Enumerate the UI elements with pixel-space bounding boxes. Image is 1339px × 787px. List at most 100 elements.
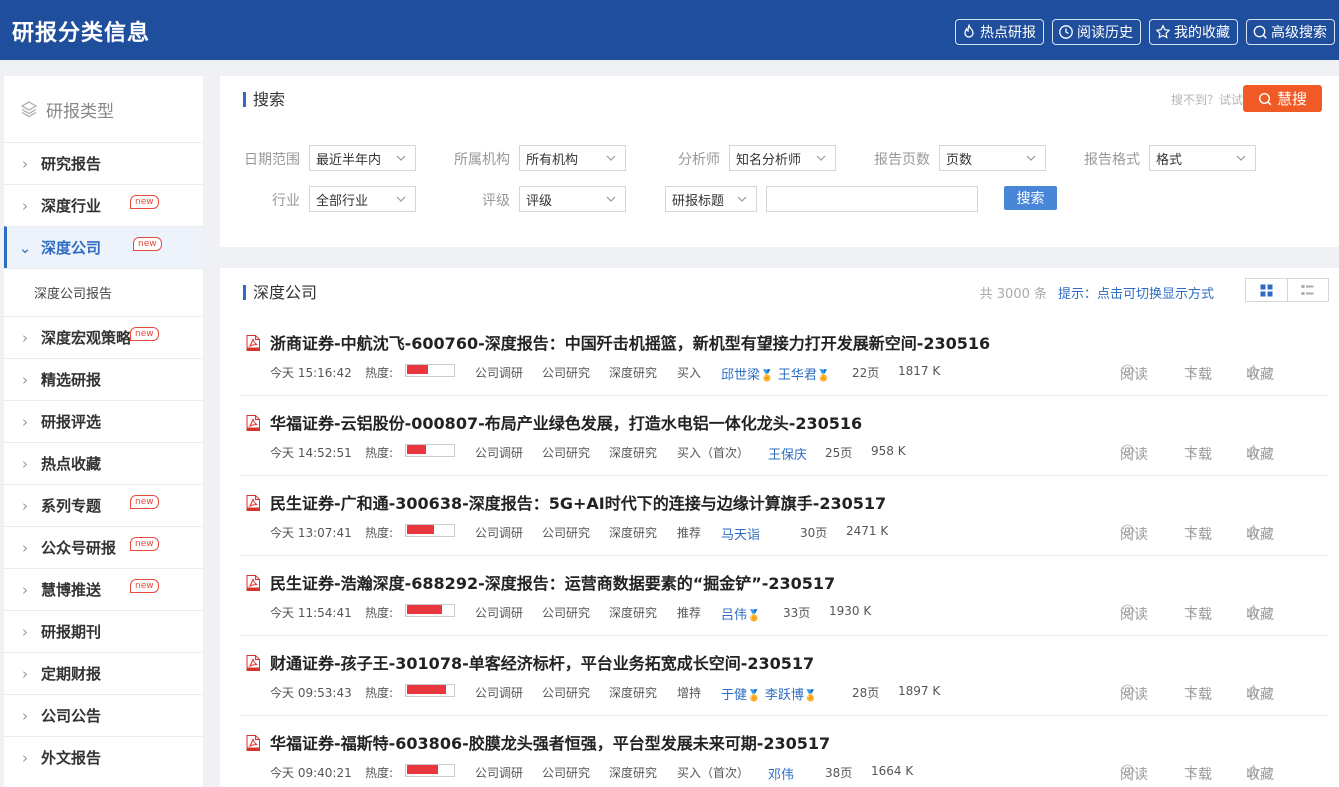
- chevron-right-icon: ›: [22, 370, 28, 389]
- sidebar-item-deep-macro-strategy[interactable]: › 深度宏观策略 new: [4, 316, 203, 358]
- search-title: 搜索: [243, 92, 285, 108]
- favorite-button[interactable]: 收藏: [1246, 364, 1274, 383]
- report-title-link[interactable]: 华福证券-福斯特-603806-胶膜龙头强者恒强，平台型发展未来可期-23051…: [270, 730, 830, 754]
- read-label: 阅读: [1120, 767, 1148, 783]
- heat-label: 热度:: [365, 526, 394, 540]
- sidebar-item-company-announcements[interactable]: › 公司公告: [4, 694, 203, 736]
- download-button[interactable]: 下载: [1184, 684, 1212, 703]
- report-tag: 公司研究: [542, 526, 591, 540]
- download-button[interactable]: 下载: [1184, 604, 1212, 623]
- report-meta: 今天 13:07:41 热度: 公司调研 公司研究 深度研究 推荐 马天诣 30页 2471 K…: [270, 524, 1329, 543]
- sidebar-item-label: 研报评选: [41, 413, 102, 431]
- pdf-icon: [246, 335, 260, 351]
- report-title-link[interactable]: 民生证券-广和通-300638-深度报告：5G+AI时代下的连接与边缘计算旗手-…: [270, 490, 886, 514]
- chevron-down-icon: [606, 196, 616, 202]
- sidebar-item-journals[interactable]: › 研报期刊: [4, 610, 203, 652]
- chevron-right-icon: ›: [22, 412, 28, 431]
- download-button[interactable]: 下载: [1184, 764, 1212, 783]
- chevron-down-icon: [737, 196, 747, 202]
- report-time: 今天 09:53:43: [270, 686, 352, 700]
- analyst-link[interactable]: 吕伟: [721, 608, 747, 623]
- favorite-button[interactable]: 收藏: [1246, 524, 1274, 543]
- sidebar-item-deep-industry[interactable]: › 深度行业 new: [4, 184, 203, 226]
- date-range-select[interactable]: 最近半年内: [309, 145, 416, 171]
- download-button[interactable]: 下载: [1184, 444, 1212, 463]
- medal-icon: 🏅: [747, 689, 761, 702]
- analyst-select[interactable]: 知名分析师: [729, 145, 836, 171]
- sidebar-item-wechat-reports[interactable]: › 公众号研报 new: [4, 526, 203, 568]
- analyst-link[interactable]: 李跃博: [765, 688, 804, 703]
- heat-bar-fill: [407, 445, 427, 454]
- report-meta: 今天 09:40:21 热度: 公司调研 公司研究 深度研究 买入（首次） 邓伟 38页 166…: [270, 764, 1329, 783]
- analyst-link[interactable]: 王华君: [778, 368, 817, 383]
- favorite-button[interactable]: 收藏: [1246, 604, 1274, 623]
- read-button[interactable]: 阅读: [1120, 684, 1148, 703]
- analyst-link[interactable]: 王保庆: [768, 448, 807, 463]
- hot-reports-button[interactable]: 热点研报: [955, 19, 1044, 45]
- read-button[interactable]: 阅读: [1120, 524, 1148, 543]
- report-title-link[interactable]: 浙商证券-中航沈飞-600760-深度报告：中国歼击机摇篮，新机型有望接力打开发…: [270, 330, 990, 354]
- report-title-link[interactable]: 华福证券-云铝股份-000807-布局产业绿色发展，打造水电铝一体化龙头-230…: [270, 410, 862, 434]
- analyst-link[interactable]: 于健: [721, 688, 747, 703]
- sidebar-item-periodic-financials[interactable]: › 定期财报: [4, 652, 203, 694]
- sidebar-item-series-topics[interactable]: › 系列专题 new: [4, 484, 203, 526]
- download-button[interactable]: 下载: [1184, 364, 1212, 383]
- heat-bar: [405, 364, 455, 377]
- favorite-button[interactable]: 收藏: [1246, 444, 1274, 463]
- report-title-link[interactable]: 民生证券-浩瀚深度-688292-深度报告：运营商数据要素的“掘金铲”-2305…: [270, 570, 835, 594]
- read-button[interactable]: 阅读: [1120, 444, 1148, 463]
- my-favorites-button[interactable]: 我的收藏: [1149, 19, 1238, 45]
- list-view-button[interactable]: [1288, 279, 1329, 301]
- chevron-down-icon: [606, 155, 616, 161]
- chevron-right-icon: ›: [22, 328, 28, 347]
- chevron-right-icon: ›: [22, 622, 28, 641]
- keyword-input[interactable]: [766, 186, 978, 212]
- org-select[interactable]: 所有机构: [519, 145, 626, 171]
- rating-value: 评级: [526, 193, 553, 209]
- toggle-view-tip[interactable]: 提示：点击可切换显示方式: [1058, 283, 1214, 302]
- industry-select[interactable]: 全部行业: [309, 186, 416, 212]
- favorite-button[interactable]: 收藏: [1246, 684, 1274, 703]
- advanced-search-button[interactable]: 高级搜索: [1246, 19, 1335, 45]
- sidebar-item-label: 公众号研报: [41, 539, 117, 557]
- analyst-link[interactable]: 邓伟: [768, 768, 794, 783]
- new-badge: new: [130, 495, 159, 509]
- sidebar-item-hibor-push[interactable]: › 慧博推送 new: [4, 568, 203, 610]
- sidebar-subitem-deep-company-report[interactable]: 深度公司报告: [4, 268, 203, 316]
- report-tag: 公司研究: [542, 606, 591, 620]
- search-button[interactable]: 搜索: [1004, 186, 1057, 210]
- sidebar-item-deep-company[interactable]: ⌄ 深度公司 new: [4, 226, 203, 268]
- rating-select[interactable]: 评级: [519, 186, 626, 212]
- sidebar-item-label: 定期财报: [41, 665, 102, 683]
- report-tag: 深度研究: [609, 366, 658, 380]
- analyst-link[interactable]: 邱世梁: [721, 368, 760, 383]
- favorite-button[interactable]: 收藏: [1246, 764, 1274, 783]
- read-button[interactable]: 阅读: [1120, 764, 1148, 783]
- sidebar-item-research-reports[interactable]: › 研究报告: [4, 142, 203, 184]
- new-badge: new: [130, 327, 159, 341]
- new-badge: new: [130, 195, 159, 209]
- pdf-icon: [246, 495, 260, 511]
- sidebar-item-hot-favorites[interactable]: › 热点收藏: [4, 442, 203, 484]
- report-tag: 深度研究: [609, 446, 658, 460]
- sidebar-item-selected-reports[interactable]: › 精选研报: [4, 358, 203, 400]
- pages-select[interactable]: 页数: [939, 145, 1046, 171]
- report-title-link[interactable]: 财通证券-孩子王-301078-单客经济标杆，平台业务拓宽成长空间-230517: [270, 650, 814, 674]
- analyst-link[interactable]: 马天诣: [721, 528, 760, 543]
- read-button[interactable]: 阅读: [1120, 604, 1148, 623]
- grid-view-button[interactable]: [1246, 279, 1288, 301]
- heat-label: 热度:: [365, 366, 394, 380]
- heat-bar: [405, 764, 455, 777]
- huisou-button[interactable]: 慧搜: [1243, 85, 1322, 112]
- read-button[interactable]: 阅读: [1120, 364, 1148, 383]
- search-field-select[interactable]: 研报标题: [665, 186, 757, 212]
- format-select[interactable]: 格式: [1149, 145, 1256, 171]
- sidebar-item-foreign-reports[interactable]: › 外文报告: [4, 736, 203, 778]
- sidebar-item-report-rating[interactable]: › 研报评选: [4, 400, 203, 442]
- download-button[interactable]: 下载: [1184, 524, 1212, 543]
- reading-history-button[interactable]: 阅读历史: [1052, 19, 1141, 45]
- analyst-label: 分析师: [678, 152, 720, 168]
- read-label: 阅读: [1120, 367, 1148, 383]
- pdf-icon: [246, 575, 260, 591]
- report-size: 1817 K: [898, 364, 941, 378]
